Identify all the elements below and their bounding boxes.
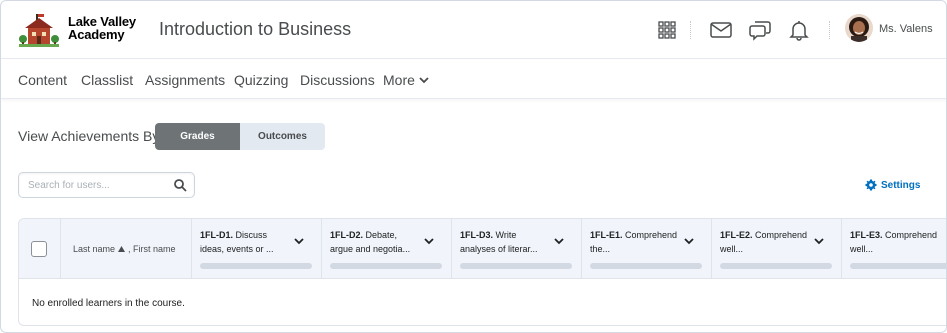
outcome-progress-bar xyxy=(590,263,702,269)
chevron-down-icon[interactable] xyxy=(813,235,825,247)
view-grades-button[interactable]: Grades xyxy=(155,123,240,150)
chevron-down-icon[interactable] xyxy=(423,235,435,247)
outcome-progress-bar xyxy=(460,263,572,269)
outcome-code: 1FL-D1. xyxy=(200,230,234,240)
chevron-down-icon xyxy=(419,77,429,84)
outcome-column-title: 1FL-D2. Debate, argue and negotia... xyxy=(330,228,418,256)
view-outcomes-button[interactable]: Outcomes xyxy=(240,123,325,150)
nav-item-more[interactable]: More xyxy=(383,72,429,88)
search-input[interactable] xyxy=(20,174,170,196)
chat-icon[interactable] xyxy=(748,18,772,42)
outcome-column-header[interactable]: 1FL-E3. Comprehend well... xyxy=(842,219,946,279)
bell-icon[interactable] xyxy=(787,18,811,42)
nav-more-label: More xyxy=(383,72,415,88)
top-header: Lake Valley Academy Introduction to Busi… xyxy=(1,1,946,59)
org-name: Lake Valley Academy xyxy=(68,15,136,41)
settings-label: Settings xyxy=(881,179,921,191)
chevron-down-icon[interactable] xyxy=(293,235,305,247)
outcome-progress-bar xyxy=(850,263,946,269)
nav-item-discussions[interactable]: Discussions xyxy=(300,72,375,88)
outcome-column-header[interactable]: 1FL-E2. Comprehend well... xyxy=(712,219,842,279)
outcome-code: 1FL-D3. xyxy=(460,230,494,240)
outcome-column-title: 1FL-D1. Discuss ideas, events or ... xyxy=(200,228,288,256)
select-all-checkbox[interactable] xyxy=(31,241,47,257)
outcome-column-header[interactable]: 1FL-E1. Comprehend the... xyxy=(582,219,712,279)
school-logo-icon[interactable] xyxy=(19,13,59,49)
nav-item-quizzing[interactable]: Quizzing xyxy=(234,72,288,88)
search-box xyxy=(18,172,195,198)
table-header: Last name , First name 1FL-D1. Discuss i… xyxy=(19,219,946,279)
outcome-progress-bar xyxy=(720,263,832,269)
name-sort-rest: , First name xyxy=(128,244,176,254)
outcome-column-title: 1FL-D3. Write analyses of literar... xyxy=(460,228,548,256)
header-divider xyxy=(690,21,691,39)
header-divider xyxy=(829,21,830,39)
user-name[interactable]: Ms. Valens xyxy=(879,23,933,35)
name-sort-button[interactable]: Last name , First name xyxy=(73,244,176,254)
outcome-column-title: 1FL-E1. Comprehend the... xyxy=(590,228,678,256)
outcome-code: 1FL-E3. xyxy=(850,230,883,240)
outcome-column-title: 1FL-E2. Comprehend well... xyxy=(720,228,808,256)
outcome-code: 1FL-E2. xyxy=(720,230,753,240)
nav-item-content[interactable]: Content xyxy=(18,72,67,88)
app-frame: Lake Valley Academy Introduction to Busi… xyxy=(0,0,947,333)
nav-item-assignments[interactable]: Assignments xyxy=(145,72,225,88)
nav-item-classlist[interactable]: Classlist xyxy=(81,72,133,88)
outcome-code: 1FL-E1. xyxy=(590,230,623,240)
org-name-line2: Academy xyxy=(68,27,125,42)
outcome-code: 1FL-D2. xyxy=(330,230,364,240)
outcome-progress-bar xyxy=(330,263,442,269)
name-column-header: Last name , First name xyxy=(61,219,192,279)
name-sort-label: Last name xyxy=(73,244,116,254)
outcome-column-title: 1FL-E3. Comprehend well... xyxy=(850,228,938,256)
select-all-cell xyxy=(19,219,61,279)
view-achievements-label: View Achievements By: xyxy=(18,128,164,144)
search-icon[interactable] xyxy=(172,177,188,193)
chevron-down-icon[interactable] xyxy=(553,235,565,247)
outcome-column-header[interactable]: 1FL-D3. Write analyses of literar... xyxy=(452,219,582,279)
avatar[interactable] xyxy=(845,14,873,42)
apps-grid-icon[interactable] xyxy=(655,18,679,42)
course-navbar: Content Classlist Assignments Quizzing D… xyxy=(1,59,946,99)
settings-button[interactable]: Settings xyxy=(865,179,920,191)
empty-table-message: No enrolled learners in the course. xyxy=(32,298,185,309)
outcome-progress-bar xyxy=(200,263,312,269)
mail-icon[interactable] xyxy=(709,18,733,42)
chevron-down-icon[interactable] xyxy=(683,235,695,247)
achievements-table: Last name , First name 1FL-D1. Discuss i… xyxy=(18,218,946,326)
outcome-column-header[interactable]: 1FL-D2. Debate, argue and negotia... xyxy=(322,219,452,279)
outcome-column-header[interactable]: 1FL-D1. Discuss ideas, events or ... xyxy=(192,219,322,279)
gear-icon xyxy=(865,179,877,191)
sort-ascending-icon xyxy=(118,246,126,252)
course-title[interactable]: Introduction to Business xyxy=(159,19,351,40)
